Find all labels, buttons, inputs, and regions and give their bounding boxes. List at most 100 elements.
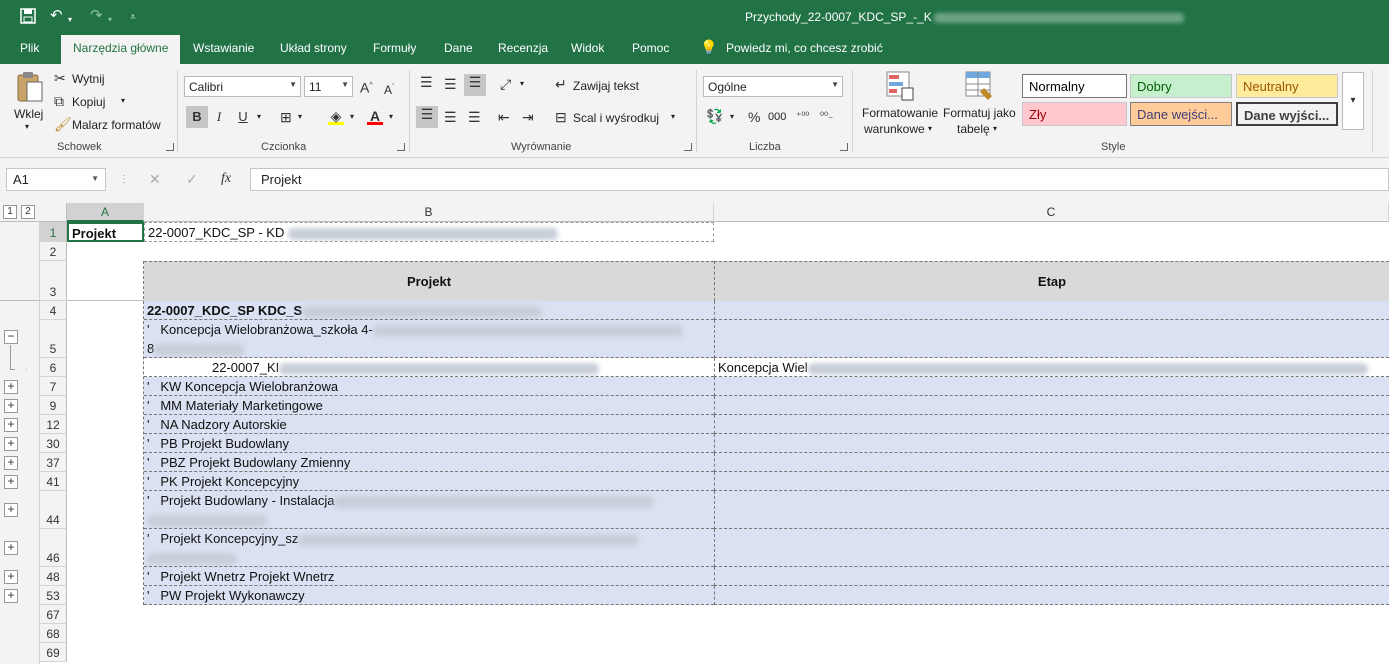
format-painter-button[interactable]: Malarz formatów — [72, 118, 161, 132]
expand-group-icon[interactable]: + — [4, 380, 18, 394]
cell-b1[interactable]: 22-0007_KDC_SP - KD — [144, 222, 714, 242]
orientation-icon[interactable]: ⤢ — [500, 76, 511, 92]
pivot-cell[interactable] — [714, 396, 1389, 415]
font-launcher-icon[interactable] — [397, 143, 405, 151]
undo-icon[interactable]: ↶ — [50, 8, 63, 24]
pivot-row-pw[interactable]: ' PW Projekt Wykonawczy — [144, 586, 714, 605]
style-bad[interactable]: Zły — [1022, 102, 1127, 126]
paste-button[interactable]: Wklej — [14, 107, 43, 121]
pivot-row-koncepcyjny-sz[interactable]: ' Projekt Koncepcyjny_sz — [144, 529, 714, 567]
expand-group-icon[interactable]: + — [4, 456, 18, 470]
pivot-cell[interactable] — [714, 434, 1389, 453]
align-center-icon[interactable]: ☰ — [444, 109, 457, 125]
style-normal[interactable]: Normalny — [1022, 74, 1127, 98]
grow-font-icon[interactable]: A^ — [360, 78, 373, 96]
tab-file[interactable]: Plik — [20, 41, 39, 55]
copy-dropdown-icon[interactable]: ▾ — [121, 96, 125, 105]
expand-group-icon[interactable]: + — [4, 570, 18, 584]
column-header-c[interactable]: C — [714, 203, 1389, 222]
conditional-format-line1[interactable]: Formatowanie — [862, 106, 938, 120]
cell-a1[interactable]: Projekt — [67, 222, 144, 242]
tell-me-search[interactable]: Powiedz mi, co chcesz zrobić — [726, 41, 883, 55]
row-header-68[interactable]: 68 — [40, 624, 67, 643]
row-header-30[interactable]: 30 — [40, 434, 67, 453]
underline-button[interactable]: U — [232, 106, 254, 128]
expand-group-icon[interactable]: + — [4, 437, 18, 451]
row-header-7[interactable]: 7 — [40, 377, 67, 396]
column-header-b[interactable]: B — [144, 203, 714, 222]
pivot-row-instalacja[interactable]: ' Projekt Budowlany - Instalacja — [144, 491, 714, 529]
align-bottom-icon[interactable]: ☰ — [464, 74, 486, 96]
tab-view[interactable]: Widok — [571, 41, 604, 55]
pivot-row-na[interactable]: ' NA Nadzory Autorskie — [144, 415, 714, 434]
pivot-cell[interactable] — [714, 453, 1389, 472]
column-header-a[interactable]: A — [67, 203, 144, 222]
collapse-group-icon[interactable]: − — [4, 330, 18, 344]
pivot-row-pb[interactable]: ' PB Projekt Budowlany — [144, 434, 714, 453]
row-header-4[interactable]: 4 — [40, 301, 67, 320]
undo-dropdown-icon[interactable]: ▾ — [68, 12, 72, 28]
name-box[interactable]: A1 ▼ — [6, 168, 106, 191]
expand-group-icon[interactable]: + — [4, 399, 18, 413]
customize-qat-icon[interactable]: ⩡ — [130, 10, 136, 26]
underline-dropdown-icon[interactable]: ▾ — [257, 112, 261, 121]
expand-group-icon[interactable]: + — [4, 503, 18, 517]
decrease-decimal-icon[interactable]: ⁰⁰₋ — [820, 109, 833, 125]
row-header-53[interactable]: 53 — [40, 586, 67, 605]
redo-icon[interactable]: ↷ — [90, 8, 103, 24]
row-header-1[interactable]: 1 — [40, 222, 67, 242]
style-output[interactable]: Dane wyjści... — [1236, 102, 1338, 126]
row-header-5[interactable]: 5 — [40, 320, 67, 358]
pivot-header-projekt[interactable]: Projekt — [144, 261, 714, 301]
pivot-cell[interactable] — [714, 567, 1389, 586]
paste-dropdown-icon[interactable]: ▾ — [25, 122, 29, 131]
format-as-table-line1[interactable]: Formatuj jako — [943, 106, 1016, 120]
row-header-41[interactable]: 41 — [40, 472, 67, 491]
tab-home[interactable]: Narzędzia główne — [61, 35, 181, 64]
row-header-2[interactable]: 2 — [40, 242, 67, 261]
expand-group-icon[interactable]: + — [4, 541, 18, 555]
increase-decimal-icon[interactable]: ⁺⁰⁰ — [796, 109, 809, 125]
pivot-cell[interactable] — [714, 415, 1389, 434]
insert-function-icon[interactable]: fx — [221, 171, 231, 187]
style-good[interactable]: Dobry — [1130, 74, 1232, 98]
tab-page-layout[interactable]: Układ strony — [280, 41, 347, 55]
merge-dropdown-icon[interactable]: ▾ — [671, 112, 675, 121]
conditional-dropdown-icon[interactable]: ▾ — [928, 124, 932, 133]
conditional-format-icon[interactable] — [885, 70, 915, 102]
pivot-row-pbz[interactable]: ' PBZ Projekt Budowlany Zmienny — [144, 453, 714, 472]
format-as-table-icon[interactable] — [964, 70, 994, 102]
row-header-6[interactable]: 6 — [40, 358, 67, 377]
paste-icon[interactable] — [15, 70, 45, 104]
pivot-cell-etap[interactable]: Koncepcja Wiel — [714, 358, 1389, 377]
row-header-12[interactable]: 12 — [40, 415, 67, 434]
alignment-launcher-icon[interactable] — [684, 143, 692, 151]
conditional-format-line2[interactable]: warunkowe — [864, 122, 925, 136]
tab-formulas[interactable]: Formuły — [373, 41, 416, 55]
align-top-icon[interactable]: ☰ — [420, 74, 433, 90]
styles-more-icon[interactable]: ▾ — [1342, 72, 1364, 130]
row-header-48[interactable]: 48 — [40, 567, 67, 586]
font-color-icon[interactable]: A — [367, 108, 383, 125]
save-icon[interactable] — [20, 8, 36, 28]
style-neutral[interactable]: Neutralny — [1236, 74, 1338, 98]
borders-icon[interactable]: ⊞ — [280, 109, 292, 125]
accounting-format-icon[interactable]: 💱 — [706, 108, 723, 124]
tab-review[interactable]: Recenzja — [498, 41, 548, 55]
row-header-9[interactable]: 9 — [40, 396, 67, 415]
increase-indent-icon[interactable]: ⇥ — [522, 109, 534, 125]
pivot-cell[interactable] — [714, 472, 1389, 491]
orientation-dropdown-icon[interactable]: ▾ — [520, 79, 524, 88]
style-input[interactable]: Dane wejści... — [1130, 102, 1232, 126]
font-color-dropdown-icon[interactable]: ▾ — [389, 112, 393, 121]
font-size-combo[interactable]: 11 ▼ — [304, 76, 353, 97]
borders-dropdown-icon[interactable]: ▾ — [298, 112, 302, 121]
number-format-combo[interactable]: Ogólne ▼ — [703, 76, 843, 97]
pivot-cell[interactable] — [714, 491, 1389, 529]
fill-color-icon[interactable]: ◈ — [328, 108, 344, 125]
formula-input[interactable]: Projekt — [250, 168, 1389, 191]
accounting-dropdown-icon[interactable]: ▾ — [730, 112, 734, 121]
align-middle-icon[interactable]: ☰ — [444, 76, 457, 92]
pivot-cell[interactable] — [714, 529, 1389, 567]
pivot-row-detail[interactable]: 22-0007_KI — [144, 358, 714, 377]
